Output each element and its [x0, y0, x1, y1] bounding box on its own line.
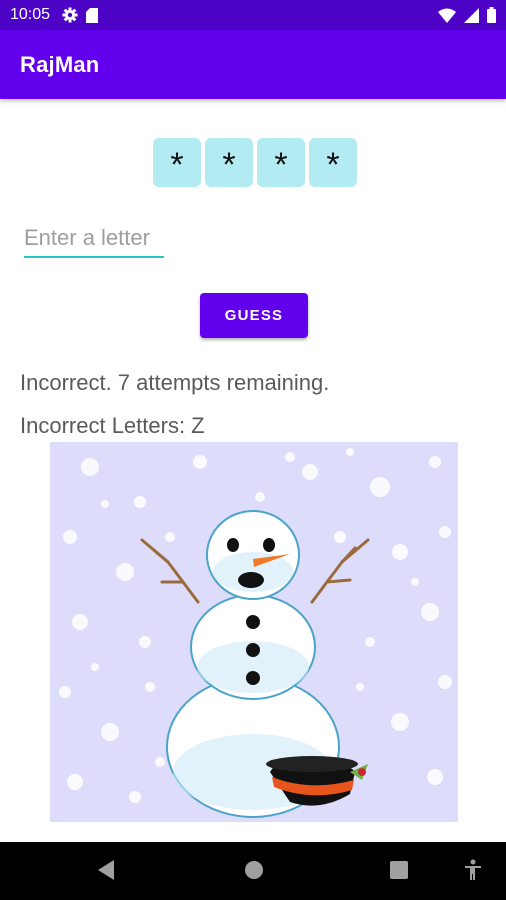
guess-button[interactable]: GUESS	[200, 293, 308, 338]
battery-icon	[487, 7, 496, 23]
home-icon[interactable]	[244, 859, 264, 881]
accessibility-icon[interactable]	[463, 859, 483, 881]
attempts-message: Incorrect. 7 attempts remaining.	[20, 370, 330, 395]
letter-tile: *	[205, 138, 253, 187]
letter-tile: *	[153, 138, 201, 187]
sd-card-icon	[86, 7, 99, 23]
gear-icon	[62, 7, 78, 23]
letter-input[interactable]	[24, 220, 164, 258]
word-tiles: * * * *	[153, 138, 357, 187]
snowman-image	[50, 442, 458, 822]
app-bar: RajMan	[0, 30, 506, 99]
app-title: RajMan	[20, 52, 100, 77]
signal-icon	[464, 7, 479, 23]
letter-tile: *	[257, 138, 305, 187]
status-time: 10:05	[10, 6, 51, 23]
letter-tile: *	[309, 138, 357, 187]
status-bar: 10:05	[0, 0, 506, 30]
wifi-icon	[438, 8, 456, 23]
back-icon[interactable]	[96, 859, 116, 881]
recents-icon[interactable]	[389, 859, 409, 881]
navigation-bar	[0, 842, 506, 900]
incorrect-letters-message: Incorrect Letters: Z	[20, 413, 205, 438]
